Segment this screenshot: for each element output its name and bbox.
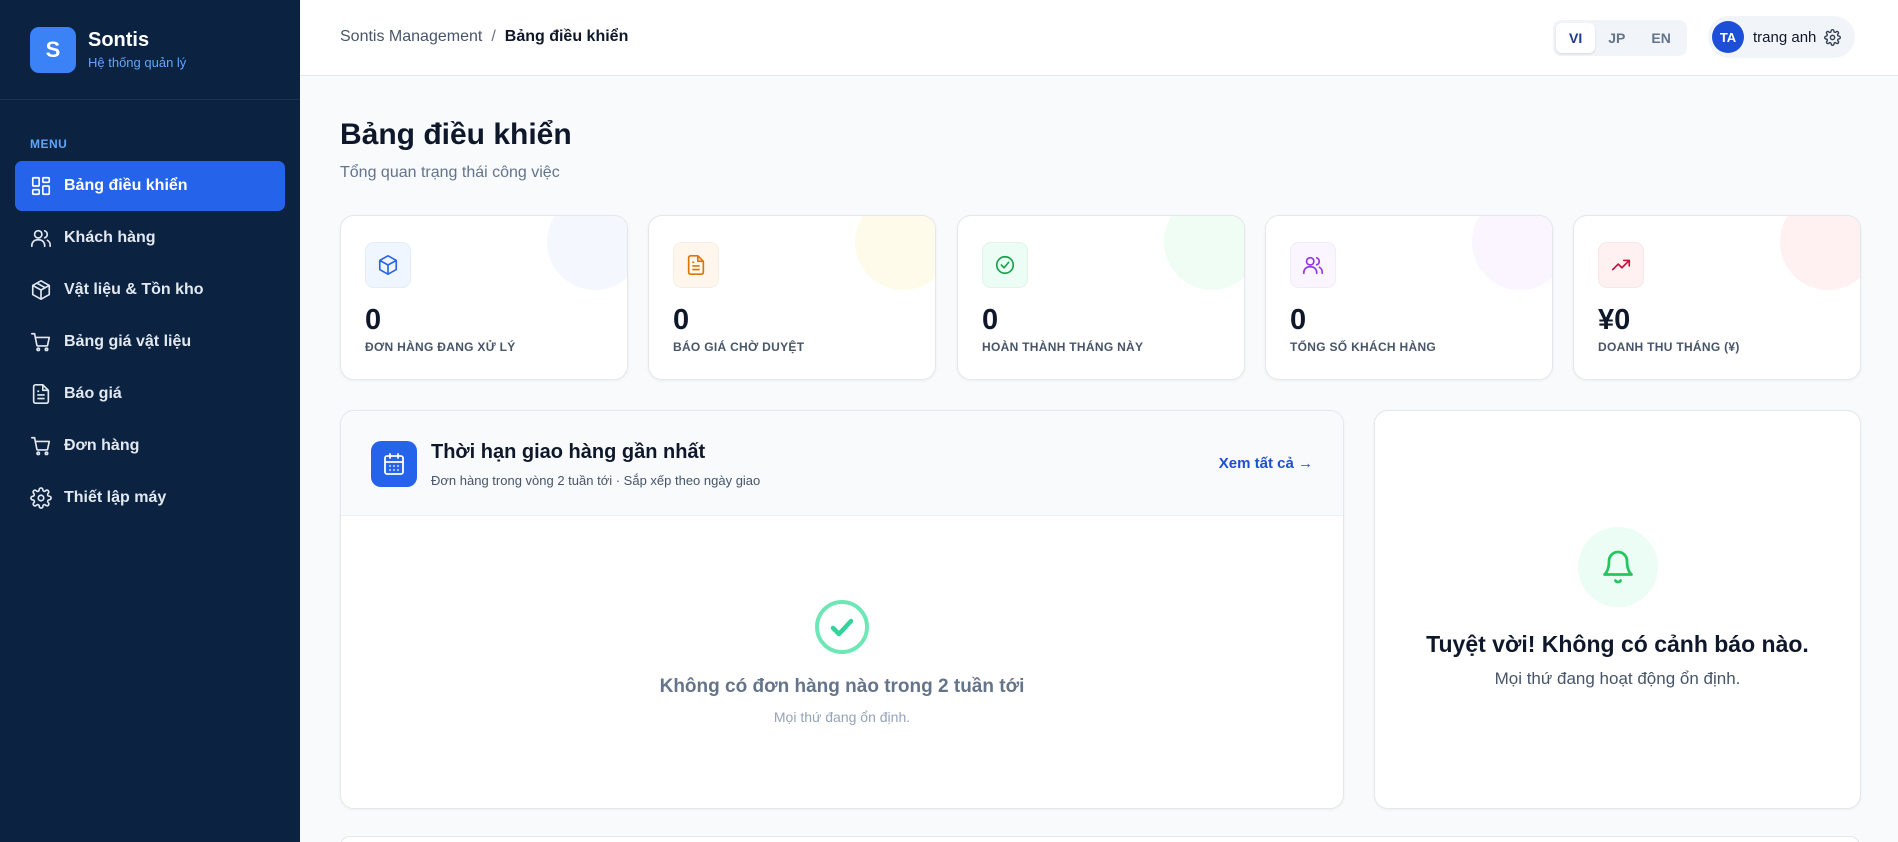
empty-state-subtitle: Mọi thứ đang ổn định.: [773, 709, 911, 725]
gear-icon[interactable]: [1824, 28, 1842, 46]
sidebar-item-price-list[interactable]: Bảng giá vật liệu: [15, 317, 285, 367]
bell-icon-wrap: [1578, 527, 1658, 607]
sidebar-item-label: Đơn hàng: [64, 437, 140, 454]
brand-subtitle: Hệ thống quản lý: [88, 55, 187, 70]
stat-label: HOÀN THÀNH THÁNG NÀY: [982, 340, 1144, 354]
panel-header: Thời hạn giao hàng gần nhất Đơn hàng tro…: [341, 411, 1343, 516]
breadcrumb-separator: /: [491, 28, 496, 45]
panel-icon: [371, 441, 417, 487]
stat-decoration: [855, 216, 935, 290]
stat-icon-wrap: [1290, 242, 1336, 288]
calendar-icon: [384, 453, 404, 475]
stat-value: 0: [982, 304, 999, 336]
sidebar-item-dashboard[interactable]: Bảng điều khiển: [15, 161, 285, 211]
breadcrumb-current: Bảng điều khiển: [504, 28, 629, 45]
sidebar-item-machine-settings[interactable]: Thiết lập máy: [15, 473, 285, 523]
lang-button-jp[interactable]: JP: [1595, 23, 1638, 53]
panel-title: Thời hạn giao hàng gần nhất: [431, 441, 706, 463]
sidebar-nav: Bảng điều khiển Khách hàng Vật liệu & Tồ…: [0, 161, 300, 523]
stat-icon-wrap: [673, 242, 719, 288]
box-icon: [378, 255, 398, 275]
breadcrumb-root[interactable]: Sontis Management: [340, 28, 482, 45]
stat-decoration: [1780, 216, 1860, 290]
brand-logo: S: [30, 26, 76, 73]
lang-button-vi[interactable]: VI: [1556, 23, 1596, 53]
page-subtitle: Tổng quan trạng thái công việc: [340, 164, 560, 181]
bell-icon: [1603, 550, 1633, 584]
alerts-empty-subtitle: Mọi thứ đang hoạt động ổn định.: [1494, 669, 1741, 688]
sidebar-item-materials[interactable]: Vật liệu & Tồn kho: [15, 265, 285, 315]
dashboard-icon: [31, 176, 51, 196]
sidebar: S Sontis Hệ thống quản lý MENU Bảng điều…: [0, 0, 300, 842]
delivery-deadlines-panel: Thời hạn giao hàng gần nhất Đơn hàng tro…: [340, 410, 1344, 809]
brand-text: Sontis Hệ thống quản lý: [88, 29, 186, 70]
stat-card-total-customers[interactable]: 0 TỔNG SỐ KHÁCH HÀNG: [1265, 215, 1553, 380]
sidebar-item-label: Khách hàng: [64, 229, 156, 246]
stat-label: BÁO GIÁ CHỜ DUYỆT: [673, 340, 805, 354]
check-circle-icon: [995, 255, 1015, 275]
stat-label: ĐƠN HÀNG ĐANG XỬ LÝ: [365, 340, 516, 354]
sidebar-item-quotes[interactable]: Báo giá: [15, 369, 285, 419]
stat-decoration: [547, 216, 627, 290]
sidebar-item-customers[interactable]: Khách hàng: [15, 213, 285, 263]
users-icon: [31, 229, 51, 248]
lang-button-en[interactable]: EN: [1638, 23, 1683, 53]
document-icon: [687, 255, 705, 275]
panel-subtitle: Đơn hàng trong vòng 2 tuần tới · Sắp xếp…: [431, 473, 761, 488]
top-header: Sontis Management / Bảng điều khiển VI JP …: [300, 0, 1898, 76]
page-title: Bảng điều khiển: [340, 118, 572, 151]
cart-icon: [31, 436, 51, 456]
view-all-link[interactable]: Xem tất cả →: [1219, 455, 1313, 472]
stat-decoration: [1164, 216, 1244, 290]
brand[interactable]: S Sontis Hệ thống quản lý: [0, 0, 300, 100]
stat-card-completed-this-month[interactable]: 0 HOÀN THÀNH THÁNG NÀY: [957, 215, 1245, 380]
sidebar-item-label: Thiết lập máy: [64, 489, 167, 506]
stat-value: ¥0: [1598, 304, 1631, 336]
language-switcher: VI JP EN: [1553, 20, 1687, 56]
box-icon: [31, 280, 51, 300]
sidebar-item-label: Báo giá: [64, 385, 122, 402]
avatar: TA: [1712, 21, 1744, 53]
stat-card-monthly-revenue[interactable]: ¥0 DOANH THU THÁNG (¥): [1573, 215, 1861, 380]
stat-decoration: [1472, 216, 1552, 290]
user-name: trang anh: [1753, 28, 1817, 46]
stat-value: 0: [1290, 304, 1307, 336]
user-menu[interactable]: TA trang anh: [1708, 16, 1856, 58]
stat-card-orders-processing[interactable]: 0 ĐƠN HÀNG ĐANG XỬ LÝ: [340, 215, 628, 380]
cart-icon: [31, 332, 51, 352]
sidebar-item-label: Bảng điều khiển: [64, 177, 188, 194]
stat-icon-wrap: [982, 242, 1028, 288]
brand-name: Sontis: [88, 29, 150, 51]
stat-card-quotes-pending[interactable]: 0 BÁO GIÁ CHỜ DUYỆT: [648, 215, 936, 380]
sidebar-item-orders[interactable]: Đơn hàng: [15, 421, 285, 471]
trending-up-icon: [1611, 259, 1631, 271]
stat-label: TỔNG SỐ KHÁCH HÀNG: [1290, 340, 1437, 354]
stat-icon-wrap: [1598, 242, 1644, 288]
gear-icon: [30, 487, 52, 509]
stat-value: 0: [365, 304, 382, 336]
next-panel-edge: [340, 836, 1860, 842]
sidebar-item-label: Bảng giá vật liệu: [64, 333, 192, 350]
users-icon: [1303, 256, 1323, 275]
alerts-empty-title: Tuyệt vời! Không có cảnh báo nào.: [1426, 631, 1809, 657]
alerts-panel: Tuyệt vời! Không có cảnh báo nào. Mọi th…: [1374, 410, 1861, 809]
sidebar-item-label: Vật liệu & Tồn kho: [64, 281, 204, 298]
stat-label: DOANH THU THÁNG (¥): [1598, 340, 1740, 354]
menu-title: MENU: [30, 137, 68, 151]
stat-icon-wrap: [365, 242, 411, 288]
stat-value: 0: [673, 304, 690, 336]
check-circle-icon: [815, 600, 869, 654]
document-icon: [32, 384, 50, 404]
empty-state-title: Không có đơn hàng nào trong 2 tuần tới: [659, 676, 1025, 697]
breadcrumb: Sontis Management / Bảng điều khiển: [340, 28, 628, 46]
